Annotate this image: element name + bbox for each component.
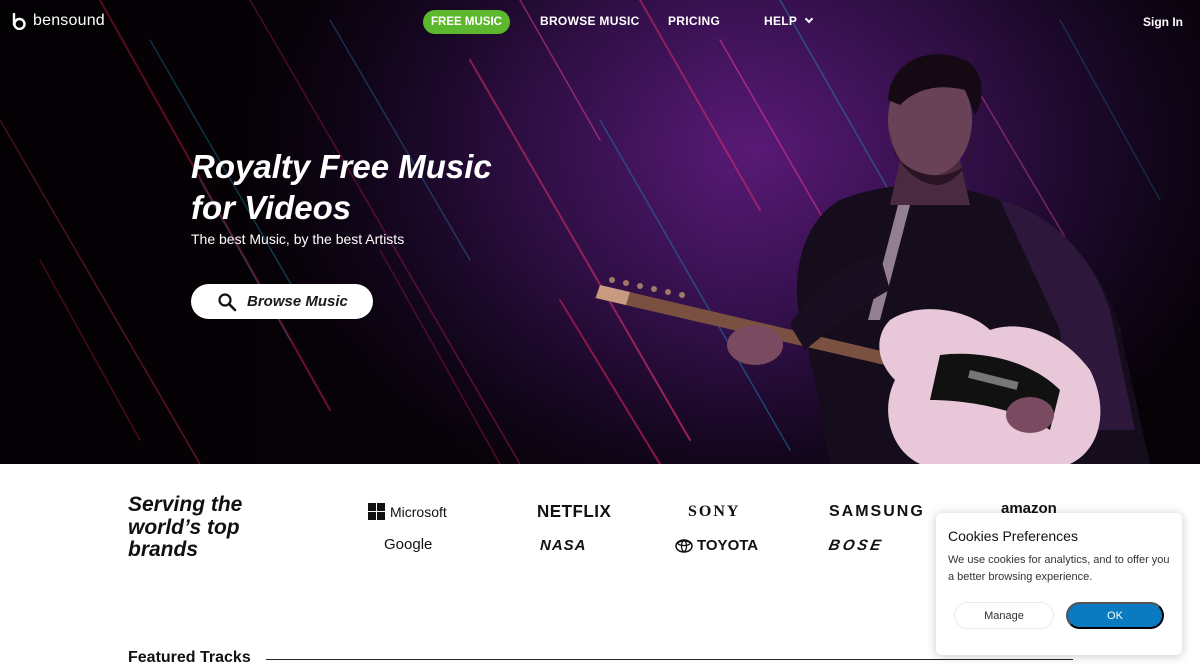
browse-music-button[interactable]: Browse Music [191,284,373,319]
bose-logo: BOSE [827,537,886,554]
chevron-down-icon [804,14,814,24]
sign-in-link[interactable]: Sign In [1143,15,1183,29]
logo-text: bensound [33,12,105,29]
top-navigation: bensound FREE MUSIC BROWSE MUSIC PRICING… [0,0,1200,44]
cookie-banner: Cookies Preferences We use cookies for a… [936,513,1182,655]
netflix-logo: NETFLIX [537,501,612,522]
toyota-emblem-icon [675,538,693,553]
hero-banner [0,0,1200,464]
hero-title-line2: for Videos [191,189,352,226]
hero-subtitle: The best Music, by the best Artists [191,231,405,247]
nav-help-label: HELP [764,14,798,28]
nav-free-music[interactable]: FREE MUSIC [423,10,510,34]
brands-title: Serving the world’s top brands [128,493,243,561]
nav-help[interactable]: HELP [764,14,814,28]
nav-browse-music[interactable]: BROWSE MUSIC [540,14,640,28]
nav-pricing[interactable]: PRICING [668,14,720,28]
cookie-manage-button[interactable]: Manage [954,602,1054,629]
google-logo: Google [384,536,433,553]
cookie-text: We use cookies for analytics, and to off… [948,554,1170,583]
featured-tracks-heading: Featured Tracks [128,649,251,666]
samsung-logo: SAMSUNG [829,503,925,520]
browse-music-label: Browse Music [247,293,348,310]
nasa-logo: NASA [540,537,587,554]
cookie-title: Cookies Preferences [948,528,1078,544]
cookie-ok-button[interactable]: OK [1066,602,1164,629]
search-icon [218,292,237,311]
microsoft-logo: Microsoft [368,503,447,520]
bensound-logo-icon [12,12,26,30]
microsoft-logo-text: Microsoft [390,503,447,520]
featured-divider [266,659,1073,660]
hero-title-line1: Royalty Free Music [191,148,492,185]
microsoft-grid-icon [368,503,385,520]
hero-title: Royalty Free Music for Videos [191,146,551,228]
sony-logo: SONY [688,503,741,520]
guitarist-image [595,54,1150,464]
logo-link[interactable]: bensound [12,12,105,30]
toyota-logo-text: TOYOTA [697,537,759,554]
toyota-logo: TOYOTA [675,537,758,554]
